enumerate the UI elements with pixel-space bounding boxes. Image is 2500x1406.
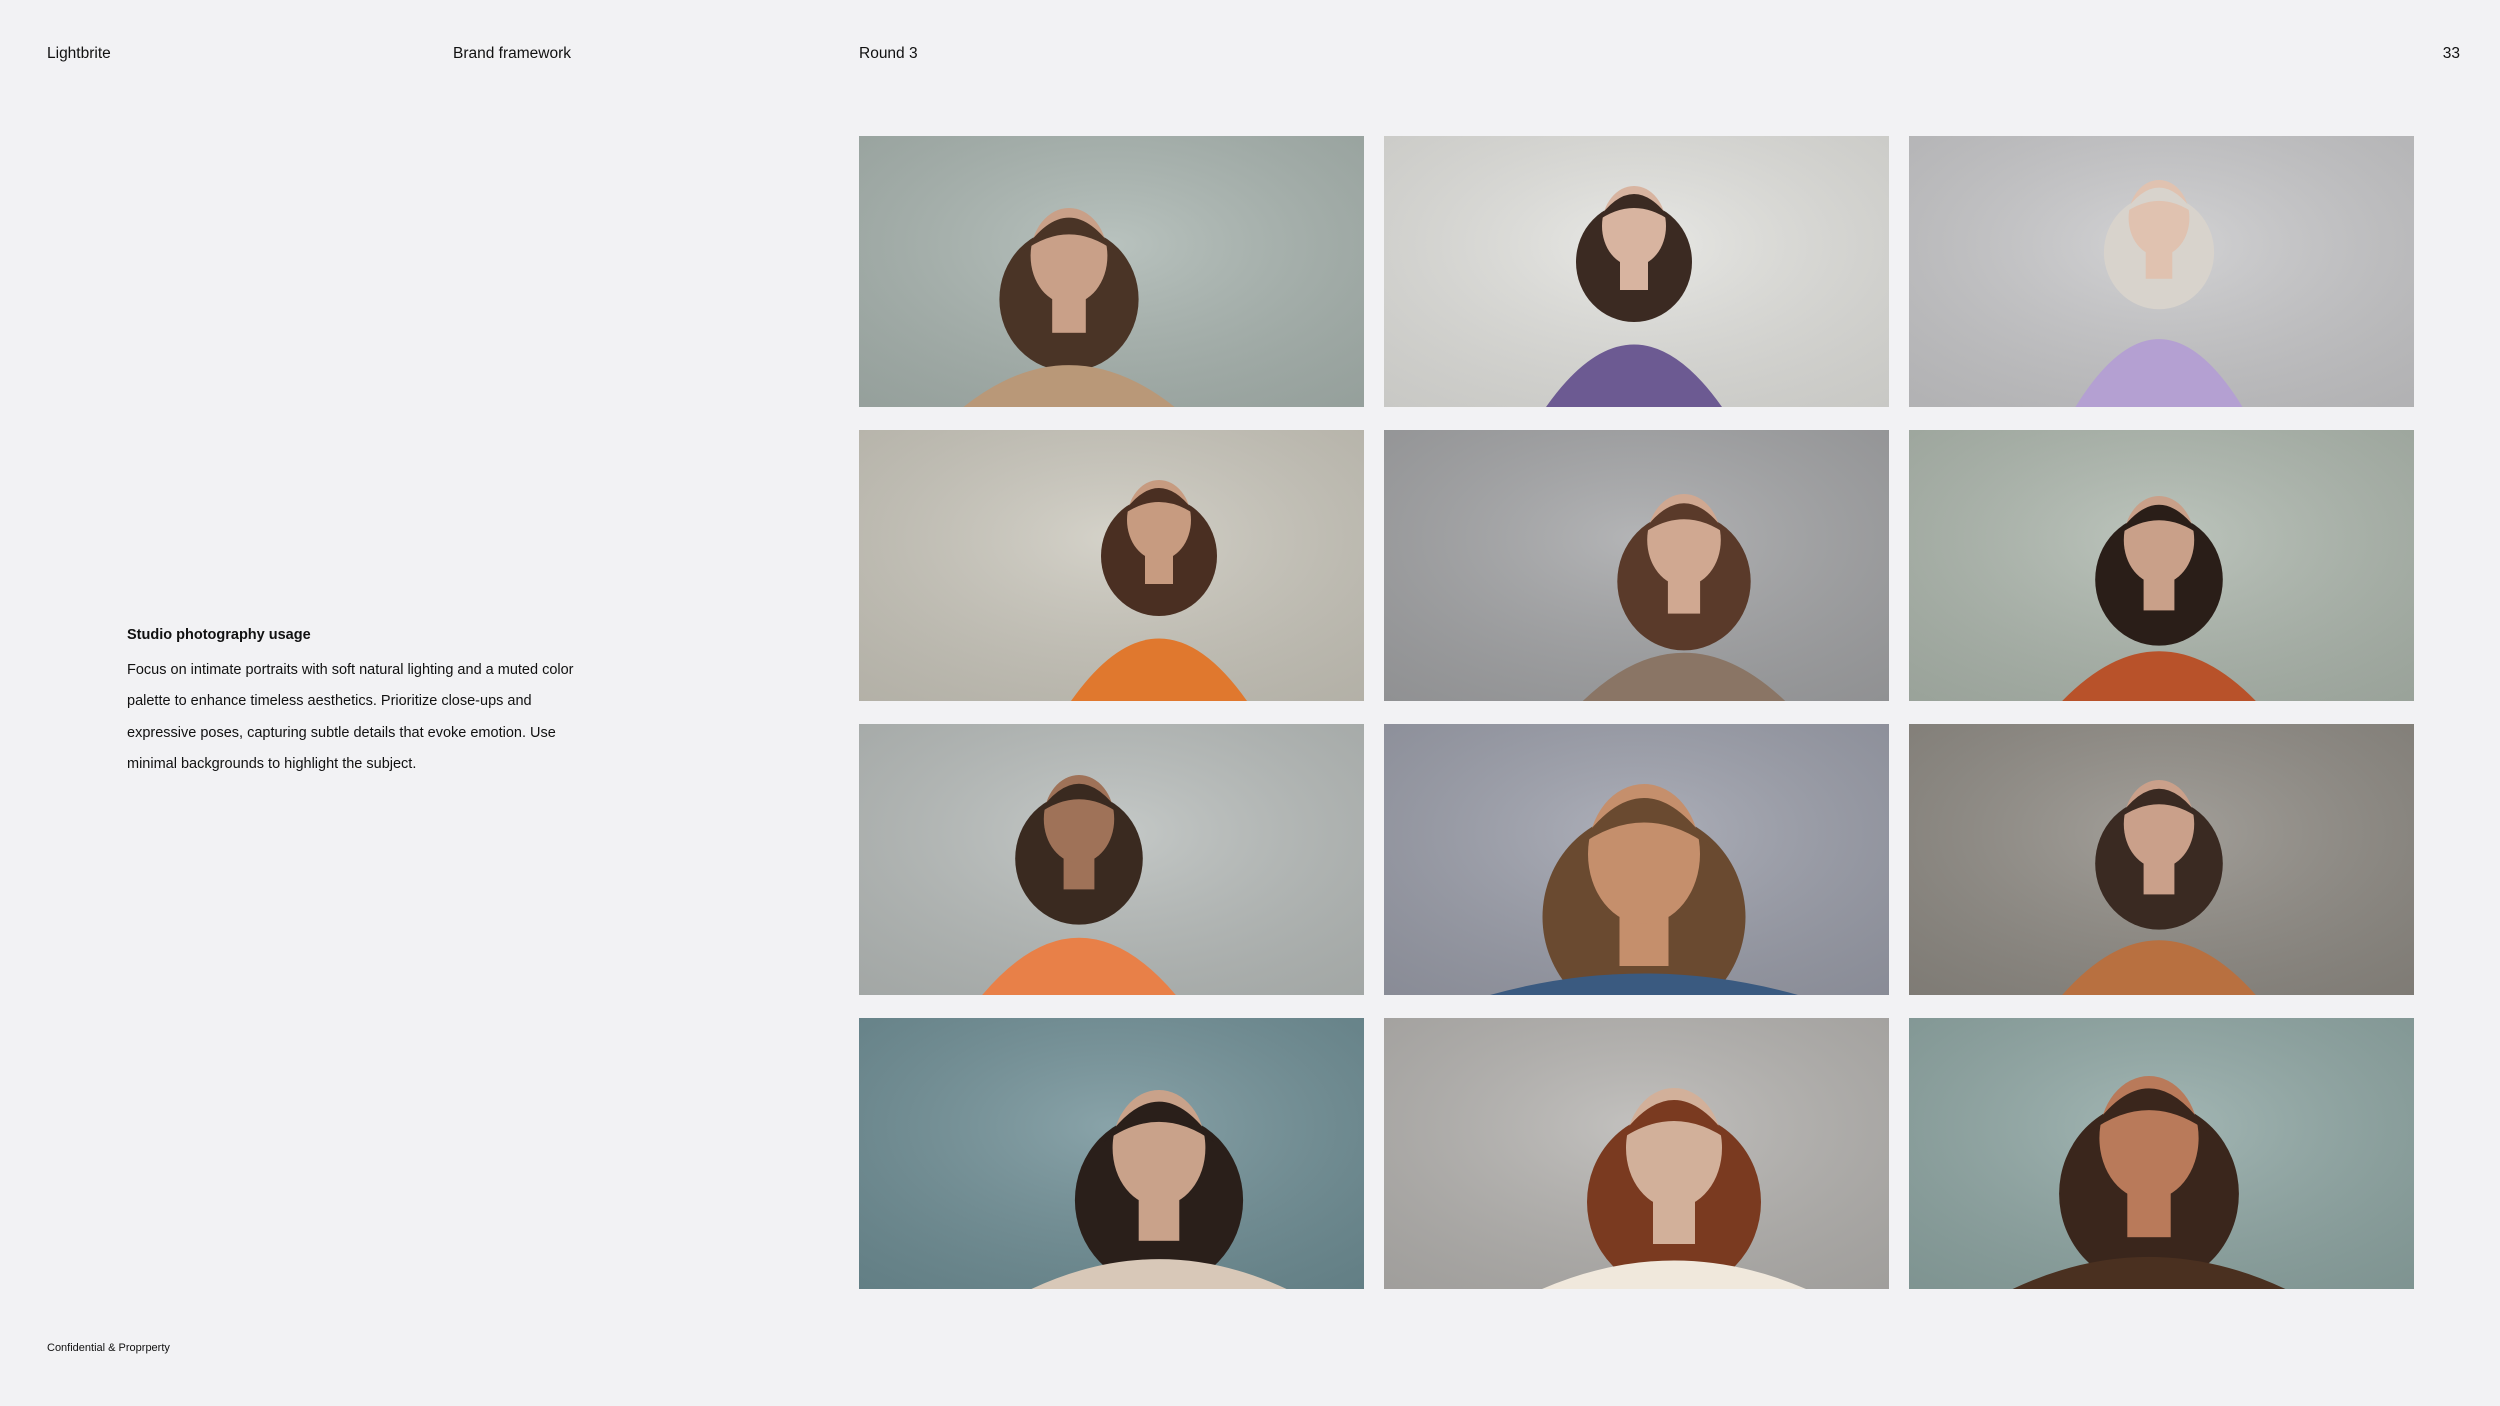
photo-woman-short-blonde-lavender-sweater (1909, 136, 2414, 407)
photo-woman-tousled-hair-orange-bow (859, 724, 1364, 995)
photo-woman-curly-bun-phone-orange-blouse (859, 430, 1364, 701)
photo-woman-freckles-hand-ring (1909, 1018, 2414, 1289)
photo-woman-wavy-hair-beige-sweater (859, 136, 1364, 407)
photo-woman-hair-over-face-knit-sweater (1384, 430, 1889, 701)
photo-man-closeup-blue-sweater (1384, 724, 1889, 995)
section-title: Studio photography usage (127, 627, 311, 643)
document-title: Brand framework (453, 45, 572, 62)
page-number: 33 (2442, 45, 2460, 62)
confidential-footer: Confidential & Proprperty (47, 1342, 170, 1354)
brand-name: Lightbrite (47, 45, 111, 62)
round-label: Round 3 (859, 45, 918, 62)
photo-grid (859, 136, 2414, 1291)
section-body: Focus on intimate portraits with soft na… (127, 662, 574, 772)
photo-woman-profile-phone-purple-top (1384, 136, 1889, 407)
photo-woman-bangs-orange-hoodie (1909, 724, 2414, 995)
photo-woman-dark-hair-ring-profile (859, 1018, 1364, 1289)
copy-block: Studio photography usage Focus on intima… (127, 624, 587, 780)
photo-woman-bun-rust-sweater (1909, 430, 2414, 701)
photo-woman-hand-on-face-red-hair (1384, 1018, 1889, 1289)
